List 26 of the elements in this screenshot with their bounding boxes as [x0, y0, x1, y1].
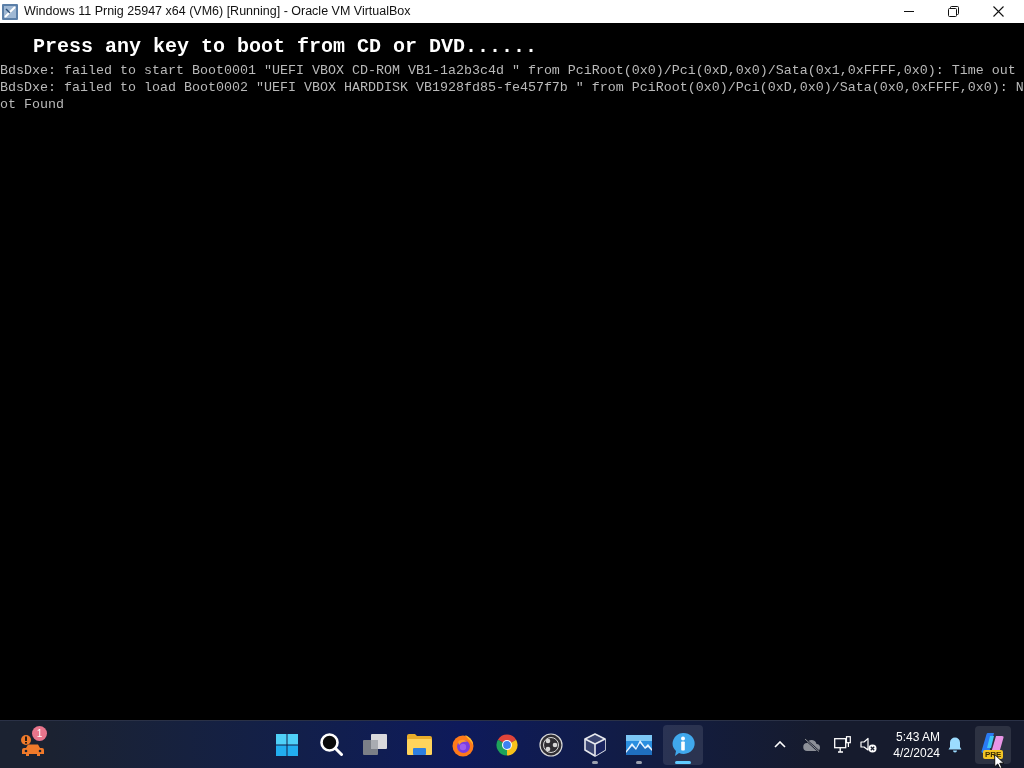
restore-icon [948, 6, 959, 17]
window-title: Windows 11 Prnig 25947 x64 (VM6) [Running] - Oracle VM VirtualBox [24, 5, 411, 18]
segmented-circle-icon [495, 732, 519, 757]
flame-globe-icon [451, 732, 475, 757]
picture-icon [626, 734, 652, 755]
boot-prompt: Press any key to boot from CD or DVD...... [32, 35, 539, 59]
overlapping-squares-icon [363, 734, 387, 755]
clock-button[interactable]: 5:43 AM 4/2/2024 [893, 728, 940, 761]
close-icon [993, 6, 1004, 17]
cube-icon [584, 732, 606, 757]
taskbar-app-button[interactable] [663, 724, 703, 765]
cloud-off-icon[interactable] [803, 737, 822, 752]
chevron-up-icon[interactable] [774, 741, 787, 748]
circle-dots-icon [539, 732, 563, 757]
assistant-button[interactable]: PRE [975, 725, 1011, 764]
network-icon[interactable] [834, 736, 852, 753]
bell-icon[interactable] [948, 736, 962, 753]
info-bubble-icon [671, 732, 695, 757]
search-icon [319, 733, 343, 756]
folder-icon [406, 734, 432, 755]
minimize-icon [903, 11, 914, 12]
four-squares-icon [276, 733, 298, 756]
speaker-muted-icon[interactable] [860, 736, 878, 753]
notification-badge: 1 [32, 725, 47, 741]
boot-log-line: BdsDxe: failed to load Boot0002 "UEFI VBOX HARDDISK VB1928fd85-fe457f7b " from PciRoot(0x0)/Pci(0xD,0x0)/Sata(0x0,0xFFFF,0x0): Not Found [0, 79, 1024, 113]
boot-log-line: BdsDxe: failed to start Boot0001 "UEFI VBOX CD-ROM VB1-1a2b3c4d " from PciRoot(0x0)/Pci(0xD,0x0)/Sata(0x1,0xFFFF,0x0): Time out [0, 62, 1017, 79]
